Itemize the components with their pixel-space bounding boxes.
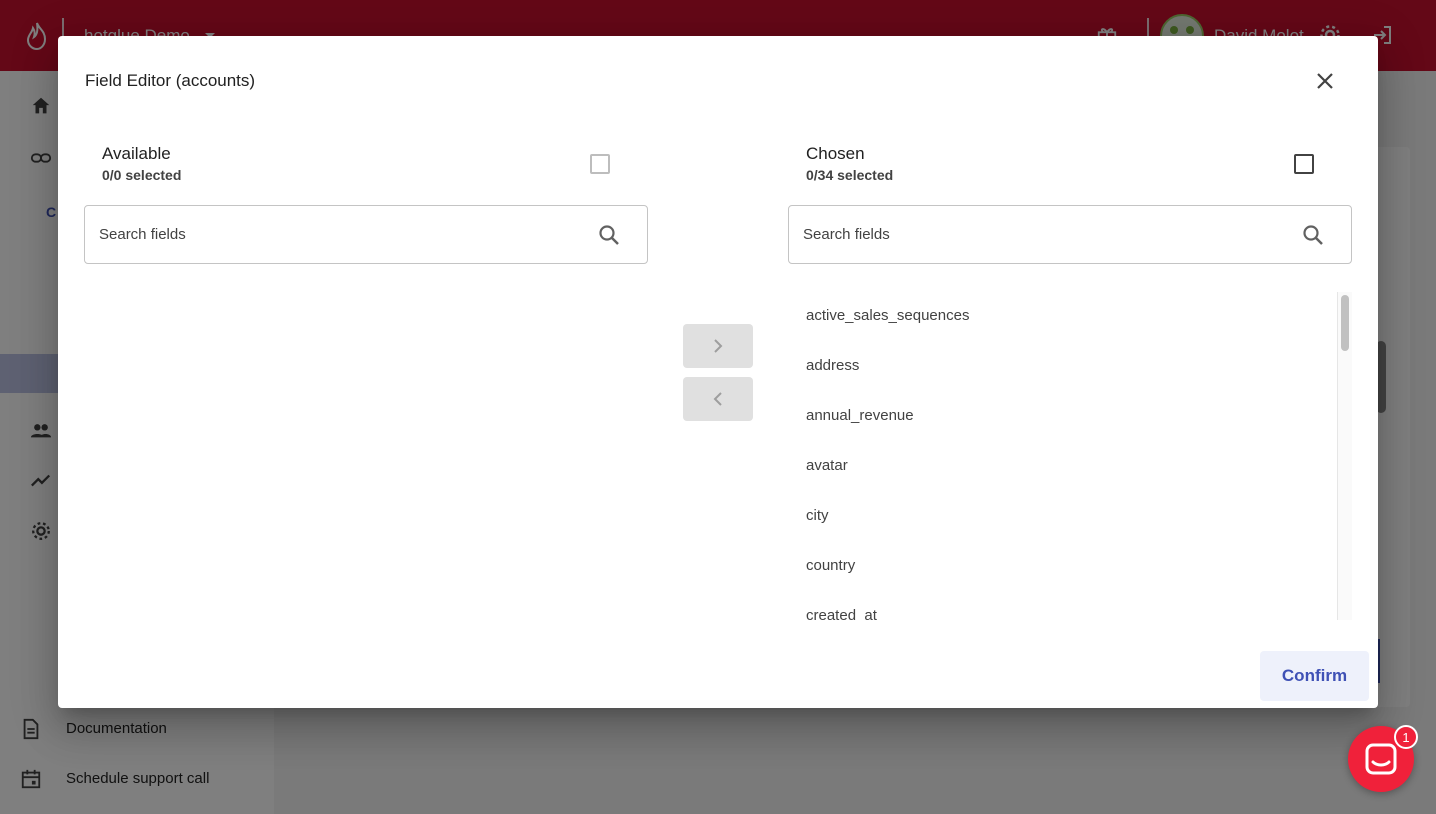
available-search: [84, 205, 648, 264]
chat-icon: [1365, 743, 1397, 775]
move-right-button[interactable]: [683, 324, 753, 368]
move-left-button[interactable]: [683, 377, 753, 421]
list-item[interactable]: country: [806, 557, 855, 574]
available-title: Available: [102, 144, 171, 163]
notification-badge: 1: [1394, 725, 1418, 749]
chevron-right-icon: [714, 339, 723, 353]
scrollbar-thumb[interactable]: [1341, 295, 1349, 351]
list-item[interactable]: created_at: [806, 607, 877, 620]
list-item[interactable]: address: [806, 357, 859, 374]
available-select-all-checkbox[interactable]: [590, 154, 610, 174]
list-item[interactable]: avatar: [806, 457, 848, 474]
confirm-button[interactable]: Confirm: [1260, 651, 1369, 701]
list-item[interactable]: active_sales_sequences: [806, 307, 969, 324]
available-selected-count: 0/0 selected: [102, 167, 182, 183]
available-search-input[interactable]: [99, 206, 579, 263]
chosen-search-input[interactable]: [803, 206, 1283, 263]
close-button[interactable]: [1307, 63, 1343, 99]
field-editor-dialog: Field Editor (accounts) Available 0/0 se…: [58, 36, 1378, 708]
chosen-search: [788, 205, 1352, 264]
chosen-field-list: active_sales_sequences address annual_re…: [788, 292, 1352, 620]
chosen-list-scrollbar[interactable]: [1337, 292, 1352, 620]
search-icon[interactable]: [597, 223, 621, 247]
close-icon: [1317, 73, 1333, 89]
search-icon[interactable]: [1301, 223, 1325, 247]
chosen-selected-count: 0/34 selected: [806, 167, 894, 183]
dialog-title: Field Editor (accounts): [85, 71, 256, 90]
chosen-title: Chosen: [806, 144, 865, 163]
list-item[interactable]: annual_revenue: [806, 407, 914, 424]
list-item[interactable]: city: [806, 507, 829, 524]
chevron-left-icon: [713, 392, 722, 406]
chosen-select-all-checkbox[interactable]: [1294, 154, 1314, 174]
